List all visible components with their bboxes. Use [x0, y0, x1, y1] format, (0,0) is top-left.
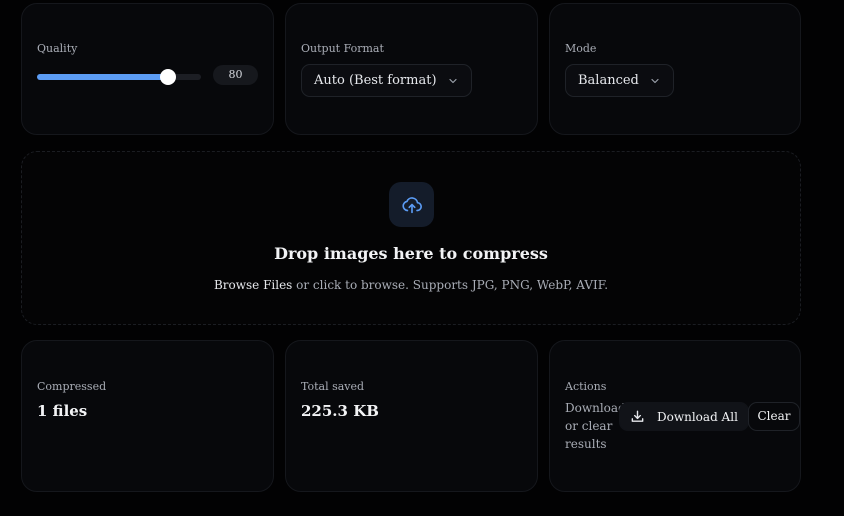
mode-selected: Balanced — [578, 73, 639, 88]
chevron-down-icon — [649, 75, 661, 87]
actions-hint: Download or clear results — [565, 401, 626, 451]
actions-card: Actions Download or clear results Downlo… — [549, 340, 801, 492]
compressed-card: Compressed 1 files — [21, 340, 274, 492]
dropzone-subtitle-text: or click to browse. Supports JPG, PNG, W… — [292, 278, 609, 292]
download-all-button[interactable]: Download All — [619, 402, 749, 431]
total-saved-value: 225.3 KB — [301, 402, 379, 420]
chevron-down-icon — [447, 75, 459, 87]
mode-select[interactable]: Balanced — [565, 64, 674, 97]
output-format-label: Output Format — [301, 42, 384, 55]
compressed-value: 1 files — [37, 402, 88, 420]
dropzone-title: Drop images here to compress — [274, 244, 548, 263]
mode-label: Mode — [565, 42, 597, 55]
quality-value: 80 — [213, 65, 258, 85]
image-dropzone[interactable]: Drop images here to compress Browse File… — [21, 151, 801, 325]
download-icon — [630, 409, 645, 424]
cloud-upload-icon — [389, 182, 434, 227]
clear-button[interactable]: Clear — [748, 402, 800, 431]
quality-slider[interactable] — [37, 69, 201, 85]
output-format-select[interactable]: Auto (Best format) — [301, 64, 472, 97]
quality-slider-fill — [37, 74, 169, 80]
quality-slider-thumb[interactable] — [160, 69, 177, 85]
compressed-label: Compressed — [37, 380, 107, 393]
total-saved-label: Total saved — [301, 380, 365, 393]
output-format-card: Output Format Auto (Best format) — [285, 3, 538, 135]
quality-card: Quality 80 — [21, 3, 274, 135]
dropzone-subtitle: Browse Files or click to browse. Support… — [22, 278, 800, 292]
quality-label: Quality — [37, 42, 78, 55]
total-saved-card: Total saved 225.3 KB — [285, 340, 538, 492]
actions-label: Actions — [565, 380, 607, 393]
browse-files-link[interactable]: Browse Files — [214, 278, 292, 292]
mode-card: Mode Balanced — [549, 3, 801, 135]
output-format-selected: Auto (Best format) — [314, 73, 437, 88]
download-all-label: Download All — [657, 409, 738, 424]
